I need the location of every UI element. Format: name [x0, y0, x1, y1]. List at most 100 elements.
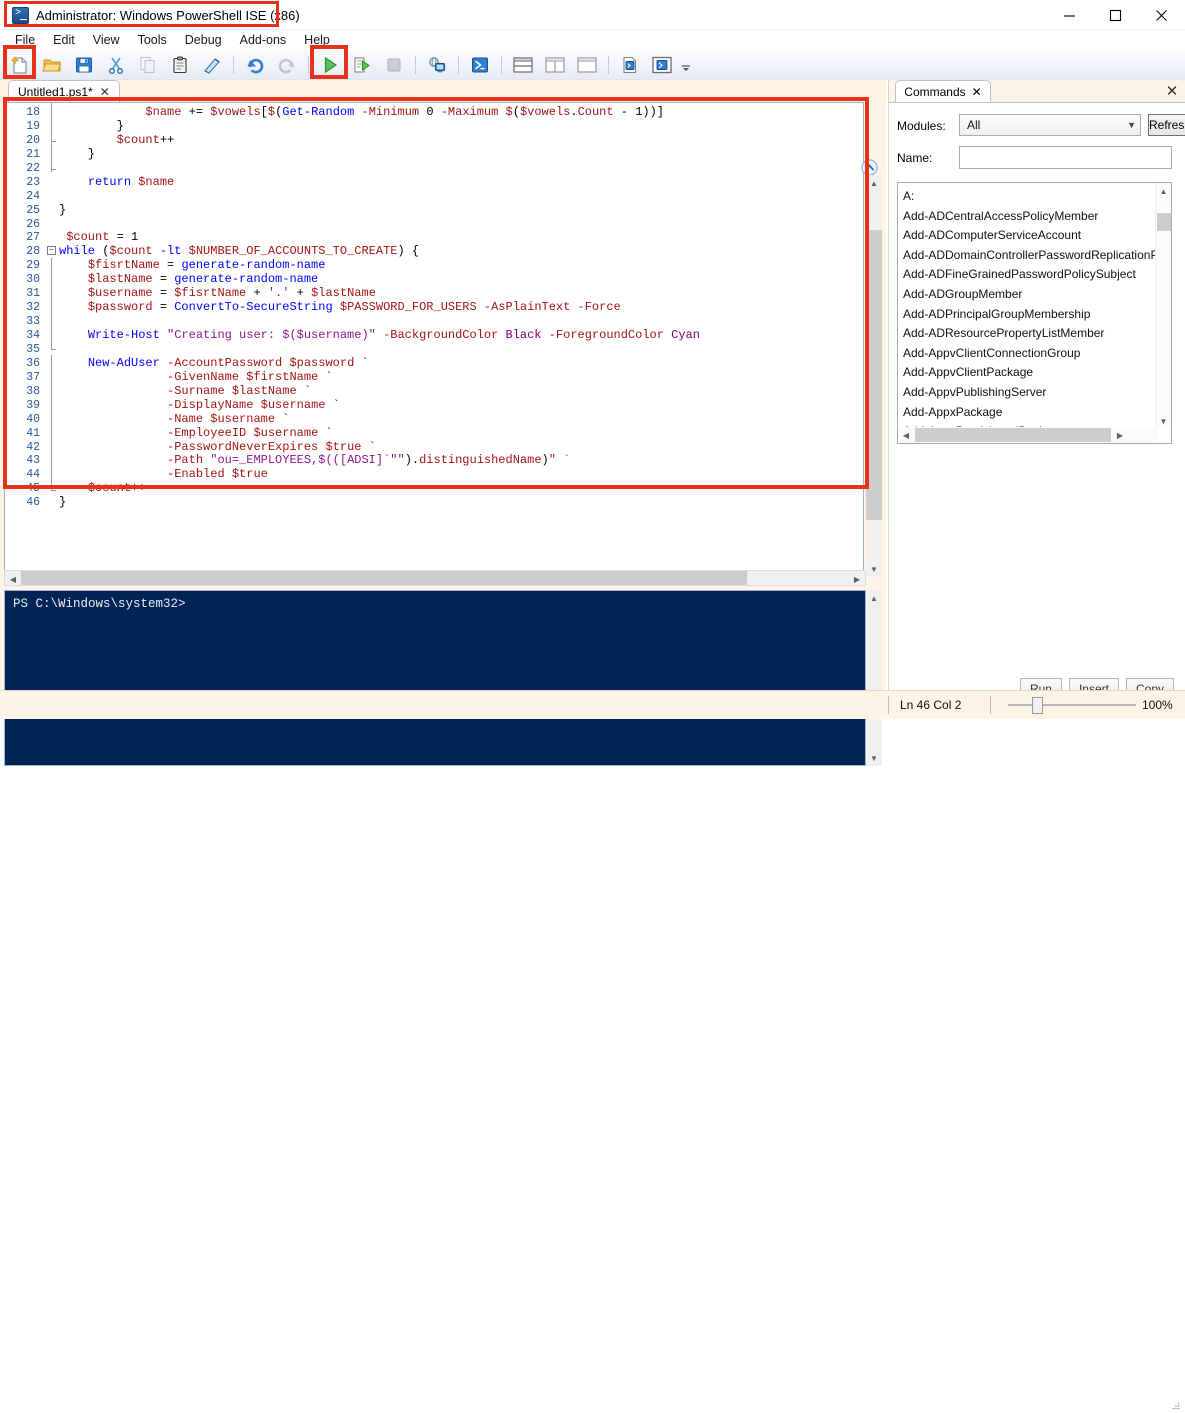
scrollbar-thumb[interactable]	[21, 571, 747, 585]
run-script-icon[interactable]	[315, 52, 345, 78]
refresh-button[interactable]: Refresh	[1148, 114, 1185, 136]
close-button[interactable]	[1138, 0, 1184, 30]
commands-tab[interactable]: Commands ✕	[895, 80, 991, 102]
script-pane[interactable]: 18 19 20 21 22 23 24 25 26 27 28 29 30 31 32 33 34 35 36 37…	[4, 102, 864, 577]
script-tab-untitled1[interactable]: Untitled1.ps1* ✕	[8, 80, 120, 103]
scroll-right-arrow[interactable]: ▶	[849, 571, 865, 587]
stop-operation-icon[interactable]	[379, 52, 409, 78]
console-vertical-scrollbar[interactable]: ▲ ▼	[866, 590, 882, 766]
list-item[interactable]: Add-AppvClientPackage	[903, 363, 1156, 383]
code-line: -GivenName $firstName `	[167, 369, 333, 384]
layout-maximized-icon[interactable]	[572, 52, 602, 78]
zoom-slider[interactable]	[1008, 704, 1136, 706]
name-label: Name:	[897, 151, 933, 165]
commands-pane-close-icon[interactable]: ✕	[1164, 83, 1180, 100]
console-pane[interactable]: PS C:\Windows\system32>	[4, 590, 866, 766]
commands-list-horizontal-scrollbar[interactable]: ◀ ▶	[898, 427, 1158, 443]
script-code[interactable]: $name += $vowels[$(Get-Random -Minimum 0…	[59, 105, 863, 510]
line-number: 25	[26, 203, 40, 217]
code-folding-column[interactable]: −	[45, 103, 59, 576]
menu-file[interactable]: File	[6, 31, 44, 49]
modules-dropdown[interactable]: All ▼	[959, 114, 1141, 136]
commands-list-items: A: Add-ADCentralAccessPolicyMember Add-ADC…	[898, 183, 1156, 443]
save-icon[interactable]	[69, 52, 99, 78]
commands-tab-close-icon[interactable]: ✕	[972, 85, 982, 99]
commands-list[interactable]: A: Add-ADCentralAccessPolicyMember Add-ADC…	[897, 182, 1172, 444]
code-line: -PasswordNeverExpires $true `	[167, 439, 376, 454]
menu-debug[interactable]: Debug	[176, 31, 231, 49]
menu-edit[interactable]: Edit	[44, 31, 84, 49]
scroll-down-arrow[interactable]: ▼	[1156, 413, 1171, 429]
list-item[interactable]: Add-ADComputerServiceAccount	[903, 226, 1156, 246]
list-item[interactable]: Add-ADFineGrainedPasswordPolicySubject	[903, 265, 1156, 285]
maximize-button[interactable]	[1092, 0, 1138, 30]
line-number: 44	[26, 468, 40, 482]
line-number: 23	[26, 175, 40, 189]
paste-icon[interactable]	[165, 52, 195, 78]
minimize-button[interactable]	[1046, 0, 1092, 30]
scroll-left-arrow[interactable]: ◀	[898, 427, 914, 443]
redo-icon[interactable]	[272, 52, 302, 78]
layout-top-bottom-icon[interactable]	[508, 52, 538, 78]
run-selection-icon[interactable]	[347, 52, 377, 78]
list-item[interactable]: Add-ADGroupMember	[903, 285, 1156, 305]
new-script-icon[interactable]	[5, 52, 35, 78]
resize-grip[interactable]	[1172, 1399, 1180, 1410]
line-number: 36	[26, 356, 40, 370]
list-item[interactable]: Add-ADResourcePropertyListMember	[903, 324, 1156, 344]
line-number: 43	[26, 454, 40, 468]
fold-toggle-28[interactable]: −	[47, 246, 56, 255]
layout-side-by-side-icon[interactable]	[540, 52, 570, 78]
script-tab-close-icon[interactable]: ✕	[100, 85, 110, 99]
line-number: 34	[26, 329, 40, 342]
menu-tools[interactable]: Tools	[129, 31, 176, 49]
status-separator	[990, 696, 991, 714]
name-input[interactable]	[959, 146, 1172, 169]
scroll-up-arrow[interactable]: ▲	[1156, 183, 1171, 199]
menu-bar: File Edit View Tools Debug Add-ons Help	[0, 30, 1185, 50]
show-command-addon-icon[interactable]	[647, 52, 677, 78]
scroll-up-arrow[interactable]: ▲	[866, 175, 882, 191]
scroll-left-arrow[interactable]: ◀	[5, 571, 21, 587]
scroll-down-arrow[interactable]: ▼	[866, 561, 882, 577]
list-item[interactable]: Add-ADDomainControllerPasswordReplicatio…	[903, 246, 1156, 266]
cut-icon[interactable]	[101, 52, 131, 78]
undo-icon[interactable]	[240, 52, 270, 78]
zoom-slider-thumb[interactable]	[1032, 697, 1043, 714]
scrollbar-thumb[interactable]	[915, 428, 1111, 442]
list-item[interactable]: Add-AppvClientConnectionGroup	[903, 344, 1156, 364]
scrollbar-thumb[interactable]	[866, 230, 882, 520]
script-pane-horizontal-scrollbar[interactable]: ◀ ▶	[4, 570, 866, 586]
scroll-right-arrow[interactable]: ▶	[1112, 427, 1128, 443]
scrollbar-thumb[interactable]	[1157, 213, 1171, 231]
script-pane-vertical-scrollbar[interactable]: ▲ ▼	[866, 175, 882, 577]
list-item[interactable]: Add-AppxPackage	[903, 403, 1156, 423]
line-number: 42	[26, 440, 40, 454]
chevron-up-circle-icon[interactable]	[858, 158, 880, 176]
list-item[interactable]: Add-ADCentralAccessPolicyMember	[903, 207, 1156, 227]
menu-help[interactable]: Help	[295, 31, 339, 49]
commands-list-vertical-scrollbar[interactable]: ▲ ▼	[1155, 183, 1171, 429]
line-number: 32	[26, 301, 40, 315]
line-number: 35	[26, 342, 40, 356]
console-prompt: PS C:\Windows\system32>	[13, 597, 186, 611]
line-column-indicator: Ln 46 Col 2	[900, 698, 962, 712]
list-item[interactable]: Add-ADPrincipalGroupMembership	[903, 305, 1156, 325]
clear-console-icon[interactable]	[197, 52, 227, 78]
scroll-up-arrow[interactable]: ▲	[866, 590, 882, 606]
menu-add-ons[interactable]: Add-ons	[231, 31, 296, 49]
toolbar-overflow-icon[interactable]	[679, 52, 693, 78]
start-powershell-icon[interactable]	[465, 52, 495, 78]
list-item[interactable]: A:	[903, 187, 1156, 207]
chevron-down-icon: ▼	[1127, 120, 1136, 130]
menu-view[interactable]: View	[84, 31, 129, 49]
scroll-down-arrow[interactable]: ▼	[866, 750, 882, 766]
toolbar-separator	[608, 55, 609, 74]
new-remote-tab-icon[interactable]	[422, 52, 452, 78]
open-script-icon[interactable]	[37, 52, 67, 78]
line-number: 18	[26, 106, 40, 119]
list-item[interactable]: Add-AppvPublishingServer	[903, 383, 1156, 403]
show-script-pane-icon[interactable]	[615, 52, 645, 78]
copy-icon[interactable]	[133, 52, 163, 78]
